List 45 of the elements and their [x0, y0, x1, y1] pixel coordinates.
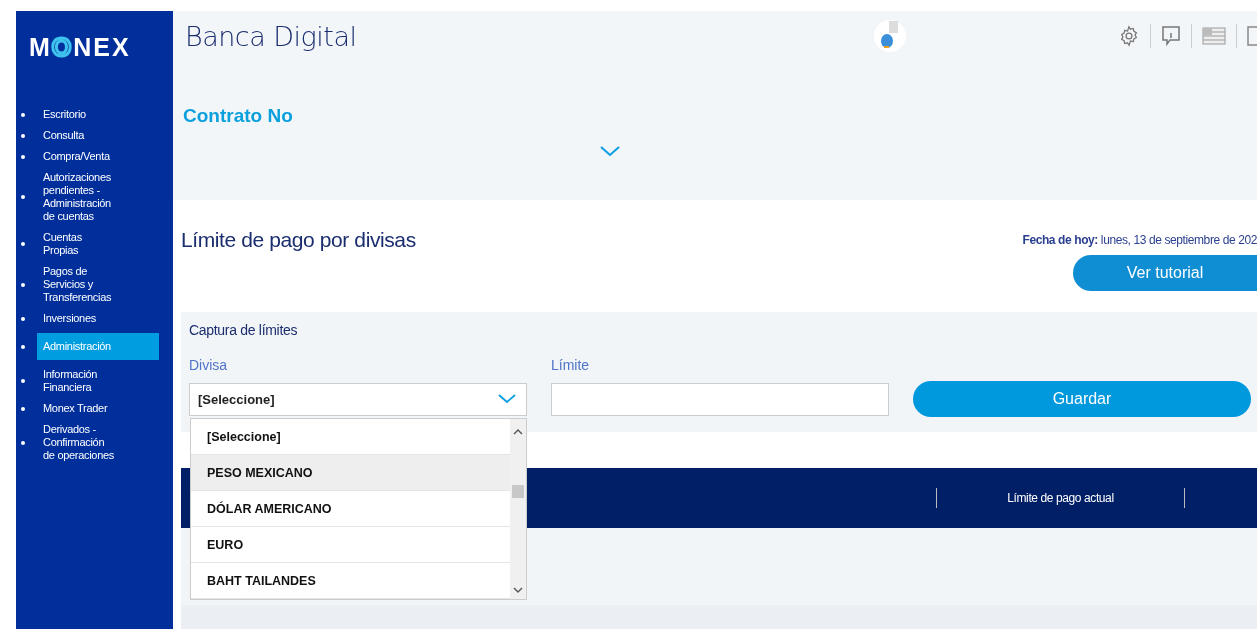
app-title: Banca Digital: [185, 20, 357, 52]
bullet-icon: [21, 133, 25, 138]
sidebar-item[interactable]: Consulta: [37, 129, 115, 142]
bullet-icon: [21, 344, 25, 349]
page-title: Límite de pago por divisas: [181, 228, 416, 253]
chevron-down-icon: [498, 394, 516, 404]
settings-icon[interactable]: [1118, 25, 1140, 47]
sidebar-item[interactable]: Información Financiera: [37, 368, 115, 394]
bullet-icon: [21, 406, 25, 411]
bullet-icon: [21, 195, 25, 199]
logout-icon[interactable]: [1247, 25, 1257, 47]
flag-icon[interactable]: [1202, 27, 1226, 45]
sidebar-item[interactable]: Monex Trader: [37, 402, 115, 415]
chevron-down-icon[interactable]: [599, 145, 621, 157]
bullet-icon: [21, 316, 25, 321]
bullet-icon: [21, 379, 25, 383]
scroll-up-icon[interactable]: [513, 429, 523, 435]
scrollbar[interactable]: [510, 419, 526, 599]
limit-input[interactable]: [551, 382, 889, 416]
sidebar-item[interactable]: Cuentas Propias: [37, 231, 115, 257]
bullet-icon: [21, 282, 25, 287]
field-label: Límite: [551, 357, 590, 373]
dropdown-option[interactable]: PESO MEXICANO: [191, 455, 510, 491]
form-title: Captura de límites: [189, 322, 299, 338]
bullet-icon: [21, 242, 25, 246]
info-icon[interactable]: [1161, 25, 1181, 47]
date-text: Fecha de hoy: lunes, 13 de septiembre de 202: [1022, 233, 1257, 247]
bullet-icon: [21, 440, 25, 445]
bullet-icon: [21, 154, 25, 159]
field-label: Divisa: [189, 357, 228, 373]
avatar-icon[interactable]: [874, 19, 907, 53]
scroll-down-icon[interactable]: [513, 587, 523, 593]
bullet-icon: [21, 112, 25, 117]
tutorial-button[interactable]: Ver tutorial: [1073, 255, 1257, 291]
sidebar-item[interactable]: Derivados - Confirmación de operaciones: [37, 423, 115, 462]
contract-label: Contrato No: [183, 105, 294, 127]
sidebar-item[interactable]: Compra/Venta: [37, 150, 115, 163]
currency-select[interactable]: [Seleccione]: [189, 382, 527, 416]
sidebar-item[interactable]: Pagos de Servicios y Transferencias: [37, 265, 115, 304]
logo: MONEX: [28, 32, 132, 63]
column-header: Límite de pago actual: [936, 488, 1184, 508]
sidebar-item[interactable]: Inversiones: [37, 312, 115, 325]
scrollbar-thumb[interactable]: [512, 484, 524, 498]
sidebar-item[interactable]: Autorizaciones pendientes - Administración de cuentas: [37, 171, 115, 223]
sidebar-item[interactable]: Escritorio: [37, 108, 115, 121]
